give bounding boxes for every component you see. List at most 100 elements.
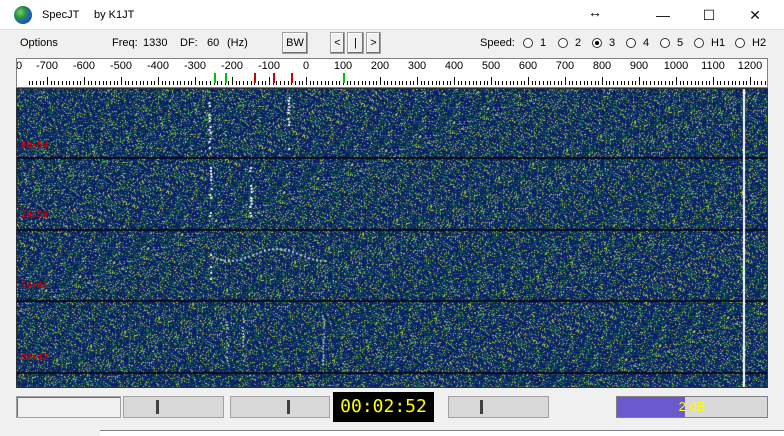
scale-tick-label: 1100 [701, 60, 725, 72]
scale-tick-label: 0 [302, 60, 310, 72]
scale-tick [361, 81, 363, 85]
scale-tick [335, 81, 337, 85]
scale-tick [376, 81, 378, 85]
scale-tick [476, 81, 478, 85]
scale-tick [620, 81, 622, 85]
scale-tick [468, 81, 470, 85]
slider-thumb[interactable] [480, 400, 483, 414]
scale-tick [598, 81, 600, 85]
scale-tick [653, 81, 655, 85]
scale-tick [664, 81, 666, 85]
speed-radio-h1[interactable] [694, 38, 704, 48]
nav-left-button[interactable]: < [330, 32, 345, 54]
scale-tick [764, 81, 766, 85]
scale-tick [354, 81, 356, 85]
slider-thumb[interactable] [287, 400, 290, 414]
scale-tick [565, 77, 566, 85]
speed-option-label: 3 [609, 37, 616, 49]
frequency-scale[interactable]: 0 -700 -600 -500 -400 -300 -200 -100 0 100 200 300 4… [16, 58, 768, 88]
slider-thumb[interactable] [156, 400, 159, 414]
title-bar: SpecJT by K1JT ↔ — ☐ ✕ [0, 0, 784, 30]
scale-tick [720, 81, 722, 85]
scale-tick [428, 81, 430, 85]
waterfall-display[interactable]: 00:54 20:50 14:41 22:42 [16, 88, 768, 388]
app-title: SpecJT [42, 9, 80, 21]
contrast-slider[interactable] [230, 396, 330, 418]
scale-tick [239, 81, 241, 85]
scale-tick [553, 81, 555, 85]
scale-tick-label: -600 [72, 60, 96, 72]
scale-tick [605, 81, 607, 85]
speed-option-label: H1 [711, 37, 726, 49]
scale-tick [357, 81, 359, 85]
scale-tick [54, 81, 56, 85]
scale-tick [542, 81, 544, 85]
scale-tick [283, 81, 285, 85]
speed-radio-1[interactable] [523, 38, 533, 48]
scale-tick [709, 81, 711, 85]
scale-tick [716, 81, 718, 85]
scale-tick [98, 81, 100, 85]
scale-tick [672, 81, 674, 85]
scale-tick [117, 81, 119, 85]
scale-tick [594, 81, 596, 85]
frequency-marker [213, 73, 216, 83]
bw-button[interactable]: BW [282, 32, 308, 54]
scale-tick [439, 81, 441, 85]
speed-radio-h2[interactable] [735, 38, 745, 48]
scale-tick [516, 81, 518, 85]
scale-tick [394, 81, 396, 85]
scale-tick [69, 81, 71, 85]
scale-tick [435, 81, 437, 85]
zero-slider[interactable] [448, 396, 549, 418]
nav-center-button[interactable]: | [347, 32, 364, 54]
scale-tick [602, 77, 603, 85]
speed-radio-2[interactable] [558, 38, 568, 48]
speed-option-label: 4 [643, 37, 650, 49]
scale-tick [80, 81, 82, 85]
scale-tick [561, 81, 563, 85]
scale-tick [568, 81, 570, 85]
df-value: 60 [207, 37, 220, 49]
scale-tick [146, 81, 148, 85]
scale-tick [750, 77, 751, 85]
scale-tick [457, 81, 459, 85]
brightness-slider[interactable] [123, 396, 224, 418]
close-icon[interactable]: ✕ [732, 0, 778, 30]
gain-meter[interactable]: 2 dB [616, 396, 768, 418]
scale-tick [280, 81, 282, 85]
scale-tick [172, 81, 174, 85]
band-timestamp: 20:50 [21, 210, 49, 220]
scale-tick [102, 81, 104, 85]
scale-tick [269, 77, 270, 85]
scale-tick [590, 81, 592, 85]
scale-tick [346, 81, 348, 85]
nav-right-button[interactable]: > [366, 32, 381, 54]
scale-tick [624, 81, 626, 85]
scale-tick [491, 77, 492, 85]
frequency-marker [224, 73, 227, 83]
scale-tick [195, 77, 196, 85]
scale-tick [494, 81, 496, 85]
scale-tick [187, 81, 189, 85]
scale-tick-label: 300 [407, 60, 427, 72]
options-menu[interactable]: Options [20, 37, 58, 49]
scale-tick [528, 77, 529, 85]
scale-tick [424, 81, 426, 85]
speed-radio-3[interactable] [592, 38, 602, 48]
resize-icon: ↔ [588, 4, 602, 20]
app-author: by K1JT [94, 9, 135, 21]
scale-tick [524, 81, 526, 85]
scale-tick [505, 81, 507, 85]
waterfall-canvas[interactable] [17, 89, 767, 387]
scale-tick-label: 800 [592, 60, 612, 72]
scale-tick [487, 81, 489, 85]
maximize-icon[interactable]: ☐ [686, 0, 732, 30]
scale-tick [246, 81, 248, 85]
scale-tick [676, 77, 677, 85]
scale-tick [306, 77, 307, 85]
speed-radio-5[interactable] [660, 38, 670, 48]
scale-tick [387, 81, 389, 85]
minimize-icon[interactable]: — [640, 0, 686, 30]
speed-radio-4[interactable] [626, 38, 636, 48]
